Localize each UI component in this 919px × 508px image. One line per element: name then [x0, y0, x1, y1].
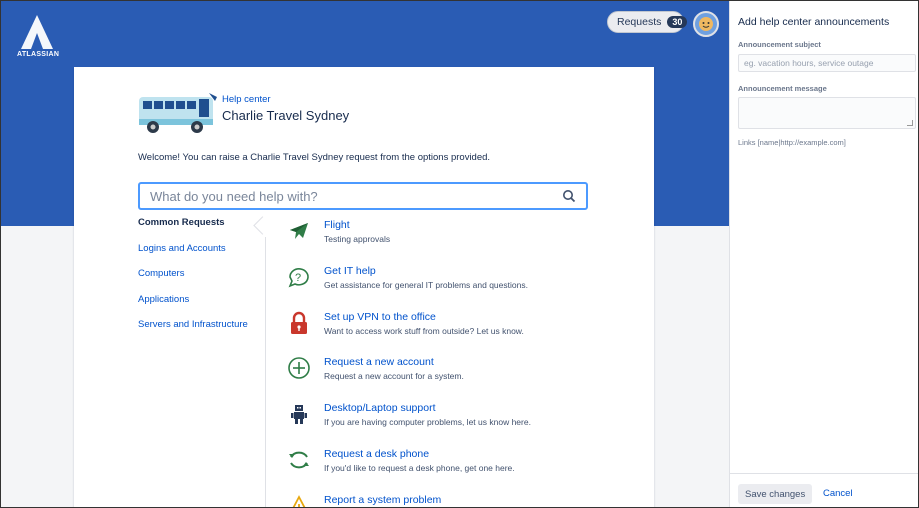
search-input[interactable]: What do you need help with? — [138, 182, 588, 210]
subject-input[interactable]: eg. vacation hours, service outage — [738, 54, 916, 72]
category-common-requests[interactable]: Common Requests — [138, 217, 248, 243]
padlock-icon — [291, 311, 307, 334]
avatar[interactable] — [693, 11, 719, 37]
save-changes-button[interactable]: Save changes — [738, 484, 813, 504]
request-item-flight[interactable]: Flight Testing approvals — [287, 217, 627, 257]
category-computers[interactable]: Computers — [138, 268, 248, 294]
request-description: Get assistance for general IT problems a… — [324, 280, 528, 290]
active-category-pointer — [253, 216, 272, 235]
add-circle-icon — [288, 357, 310, 379]
app-frame: ATLASSIAN Requests 30 Help center Charli… — [0, 0, 919, 508]
panel-footer: Save changes Cancel — [730, 473, 918, 507]
request-item-desktop-support[interactable]: Desktop/Laptop support If you are having… — [287, 400, 627, 440]
subject-label: Announcement subject — [738, 40, 821, 49]
request-title: Report a system problem — [324, 494, 442, 506]
cancel-link[interactable]: Cancel — [823, 488, 853, 499]
request-item-system-problem[interactable]: Report a system problem — [287, 492, 627, 507]
logo-text: ATLASSIAN — [17, 51, 60, 58]
request-description: Request a new account for a system. — [324, 371, 464, 381]
user-avatar-icon — [699, 17, 713, 31]
help-center-title: Charlie Travel Sydney — [222, 108, 350, 123]
request-description: Testing approvals — [324, 234, 391, 244]
airplane-icon — [290, 223, 308, 239]
warning-icon — [292, 495, 306, 507]
message-textarea[interactable] — [738, 97, 916, 129]
resize-handle-icon[interactable] — [907, 120, 913, 126]
help-center-label[interactable]: Help center — [222, 94, 271, 105]
request-item-vpn[interactable]: Set up VPN to the office Want to access … — [287, 309, 627, 349]
request-item-get-it-help[interactable]: ? Get IT help Get assistance for general… — [287, 263, 627, 303]
search-icon[interactable] — [562, 189, 576, 203]
category-logins-accounts[interactable]: Logins and Accounts — [138, 243, 248, 269]
category-divider — [265, 237, 266, 507]
refresh-arrows-icon — [289, 451, 309, 469]
panel-title: Add help center announcements — [738, 16, 890, 28]
request-title: Get IT help — [324, 265, 376, 277]
requests-label: Requests — [617, 16, 662, 28]
robot-icon — [291, 405, 307, 424]
help-center-card: Help center Charlie Travel Sydney Welcom… — [74, 67, 654, 507]
svg-text:?: ? — [295, 272, 301, 284]
request-title: Set up VPN to the office — [324, 311, 436, 323]
request-description: Want to access work stuff from outside? … — [324, 326, 524, 336]
category-applications[interactable]: Applications — [138, 294, 248, 320]
links-hint: Links [name|http://example.com] — [738, 138, 846, 147]
requests-count-badge: 30 — [667, 16, 688, 28]
category-list: Common Requests Logins and Accounts Comp… — [138, 217, 248, 345]
bus-logo-icon — [139, 93, 217, 133]
request-title: Desktop/Laptop support — [324, 402, 436, 414]
request-description: If you'd like to request a desk phone, g… — [324, 463, 515, 473]
request-item-new-account[interactable]: Request a new account Request a new acco… — [287, 354, 627, 394]
search-placeholder: What do you need help with? — [150, 188, 318, 204]
request-title: Flight — [324, 219, 350, 231]
welcome-message: Welcome! You can raise a Charlie Travel … — [138, 152, 491, 163]
message-label: Announcement message — [738, 84, 827, 93]
request-description: If you are having computer problems, let… — [324, 417, 531, 427]
requests-button[interactable]: Requests 30 — [607, 11, 688, 33]
request-title: Request a desk phone — [324, 448, 430, 460]
question-bubble-icon: ? — [288, 268, 309, 288]
announcements-panel: Add help center announcements Announceme… — [729, 1, 918, 507]
request-item-desk-phone[interactable]: Request a desk phone If you'd like to re… — [287, 446, 627, 486]
category-servers-infrastructure[interactable]: Servers and Infrastructure — [138, 319, 248, 345]
request-title: Request a new account — [324, 356, 434, 368]
